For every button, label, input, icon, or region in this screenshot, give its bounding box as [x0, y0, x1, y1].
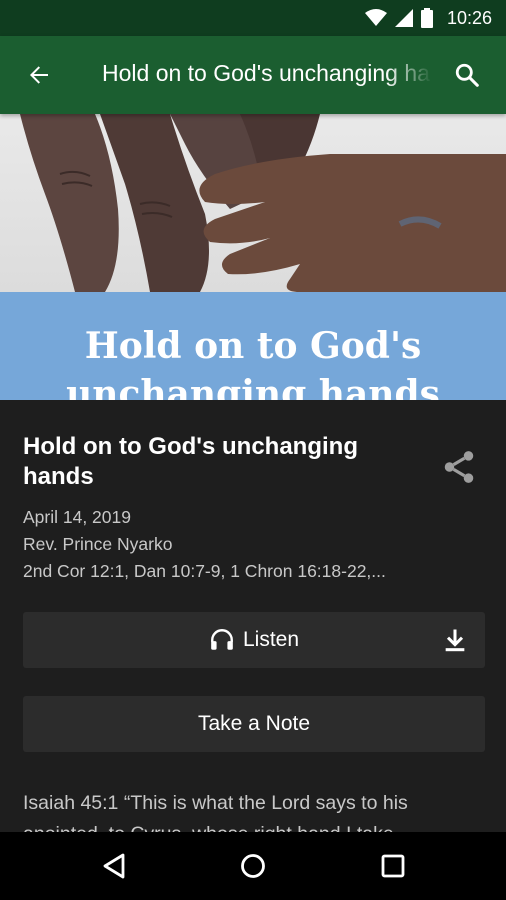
status-icons: 10:26	[364, 0, 492, 36]
app-bar: Hold on to God's unchanging hands	[0, 36, 506, 114]
signal-icon	[394, 9, 413, 27]
body-line: anointed, to Cyrus, whose right hand I t…	[23, 819, 493, 832]
sermon-date: April 14, 2019	[23, 507, 131, 527]
listen-label: Listen	[242, 628, 300, 651]
sermon-body-text: Isaiah 45:1 “This is what the Lord says …	[23, 788, 493, 832]
app-bar-title: Hold on to God's unchanging hands	[102, 60, 432, 86]
back-button[interactable]	[22, 58, 56, 92]
sermon-speaker: Rev. Prince Nyarko	[23, 534, 173, 554]
nav-recents-icon	[381, 854, 405, 878]
body-line: Isaiah 45:1 “This is what the Lord says …	[23, 792, 408, 814]
listen-button[interactable]: Listen	[23, 612, 485, 668]
download-button[interactable]	[441, 626, 469, 654]
system-nav-bar	[0, 832, 506, 900]
sermon-details-sheet: Hold on to God's unchanging hands April …	[0, 400, 506, 832]
hands-illustration	[20, 114, 506, 292]
status-bar: 10:26	[0, 0, 506, 36]
take-note-label: Take a Note	[197, 712, 311, 735]
download-icon	[445, 629, 465, 652]
sermon-scripture: 2nd Cor 12:1, Dan 10:7-9, 1 Chron 16:18-…	[23, 561, 386, 581]
search-icon	[455, 63, 479, 87]
hands-photo	[0, 114, 506, 292]
nav-home-button[interactable]	[237, 850, 269, 882]
nav-recents-button[interactable]	[377, 850, 409, 882]
hero-title-text: Hold on to God's unchanging hands	[0, 322, 506, 400]
nav-back-icon	[103, 853, 125, 879]
hero-title-band: Hold on to God's unchanging hands	[0, 292, 506, 400]
headphones-icon	[211, 629, 233, 650]
arrow-back-icon	[30, 66, 48, 84]
wifi-icon	[364, 9, 387, 26]
hero-title-line2: unchanging hands	[66, 373, 440, 400]
hero-title-line1: Hold on to God's	[84, 325, 422, 367]
status-time: 10:26	[446, 7, 492, 28]
sermon-title: Hold on to God's unchanging hands	[23, 433, 358, 490]
share-icon	[444, 451, 474, 483]
share-button[interactable]	[440, 448, 478, 486]
sermon-hero-image: Hold on to God's unchanging hands	[0, 114, 506, 400]
take-note-button[interactable]: Take a Note	[23, 696, 485, 752]
nav-home-icon	[241, 854, 265, 878]
battery-icon	[420, 8, 433, 28]
nav-back-button[interactable]	[98, 850, 130, 882]
search-button[interactable]	[450, 58, 484, 92]
